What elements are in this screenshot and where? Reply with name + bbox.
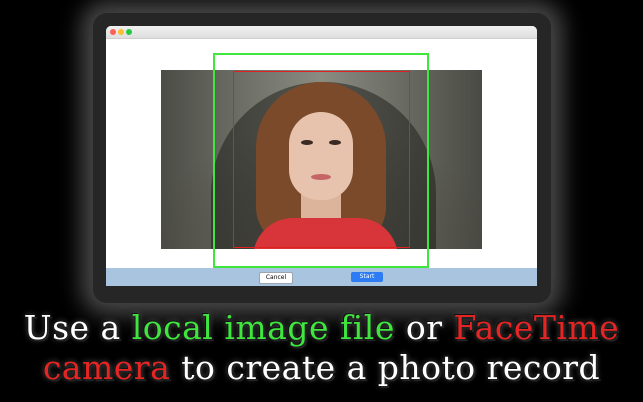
caption-text: to create a photo record (170, 348, 601, 387)
promo-caption: Use a local image file or FaceTime camer… (0, 308, 643, 388)
caption-text: or (394, 308, 454, 347)
cancel-button[interactable]: Cancel (259, 272, 293, 284)
caption-line-1: Use a local image file or FaceTime (0, 308, 643, 348)
close-window-icon[interactable] (110, 29, 116, 35)
caption-highlight-local-image-file: local image file (131, 308, 395, 347)
caption-highlight-camera: camera (42, 348, 171, 387)
title-bar (106, 26, 537, 39)
minimize-window-icon[interactable] (118, 29, 124, 35)
caption-text: Use a (23, 308, 132, 347)
maximize-window-icon[interactable] (126, 29, 132, 35)
start-button[interactable]: Start (351, 272, 383, 282)
crop-selection-box[interactable] (213, 53, 429, 268)
bottom-toolbar: Cancel Start (106, 268, 537, 286)
caption-highlight-facetime: FaceTime (453, 308, 620, 347)
caption-line-2: camera to create a photo record (0, 348, 643, 388)
app-window: Cancel Start (106, 26, 537, 286)
